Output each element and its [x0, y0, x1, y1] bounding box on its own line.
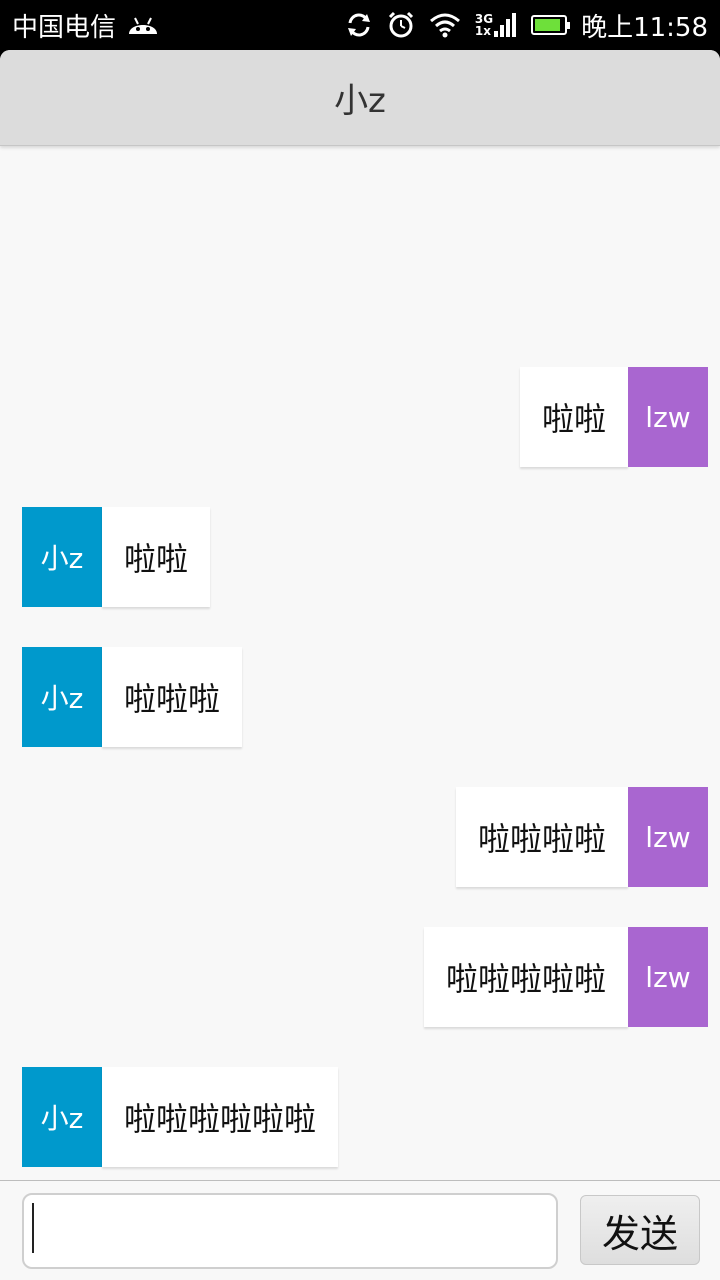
message-bubble: 啦啦啦啦啦啦 — [102, 1067, 339, 1167]
message-bubble: 啦啦啦啦 — [455, 787, 628, 887]
avatar: lzw — [628, 787, 708, 887]
send-button[interactable]: 发送 — [580, 1195, 700, 1265]
page-title: 小z — [334, 81, 386, 121]
android-icon — [126, 12, 160, 38]
wifi-icon — [429, 12, 461, 38]
battery-icon — [531, 15, 571, 35]
signal-icon: 3G 1x — [475, 11, 517, 39]
avatar: lzw — [628, 927, 708, 1027]
message-item: 小z 啦啦啦啦啦啦 — [22, 1067, 339, 1167]
message-item: 啦啦 lzw — [519, 367, 708, 467]
message-item: 啦啦啦啦啦 lzw — [423, 927, 708, 1027]
message-list[interactable]: 啦啦 lzw 小z 啦啦 小z 啦啦啦 啦啦啦啦 lzw 啦啦啦啦啦 lzw 小… — [0, 147, 720, 1180]
title-bar: 小z — [0, 50, 720, 146]
message-item: 啦啦啦啦 lzw — [455, 787, 708, 887]
avatar: lzw — [628, 367, 708, 467]
carrier-label: 中国电信 — [12, 12, 117, 43]
message-bubble: 啦啦啦啦啦 — [423, 927, 628, 1027]
chat-window: 小z 啦啦 lzw 小z 啦啦 小z 啦啦啦 啦啦啦啦 lzw 啦啦啦啦啦 lz… — [0, 50, 720, 1280]
avatar: 小z — [22, 647, 102, 747]
avatar: 小z — [22, 1067, 102, 1167]
input-bar: 发送 — [0, 1180, 720, 1280]
alarm-icon — [387, 11, 415, 39]
sync-icon — [345, 11, 373, 39]
message-bubble: 啦啦 — [519, 367, 628, 467]
message-input[interactable] — [22, 1193, 558, 1269]
clock: 晚上11:58 — [581, 12, 708, 43]
message-bubble: 啦啦啦 — [102, 647, 243, 747]
avatar: 小z — [22, 507, 102, 607]
message-item: 小z 啦啦 — [22, 507, 211, 607]
message-item: 小z 啦啦啦 — [22, 647, 243, 747]
network-type-bottom: 1x — [474, 24, 491, 38]
text-cursor — [32, 1203, 34, 1253]
status-bar: 中国电信 3G 1x 晚上11:58 — [0, 0, 720, 50]
message-bubble: 啦啦 — [102, 507, 211, 607]
